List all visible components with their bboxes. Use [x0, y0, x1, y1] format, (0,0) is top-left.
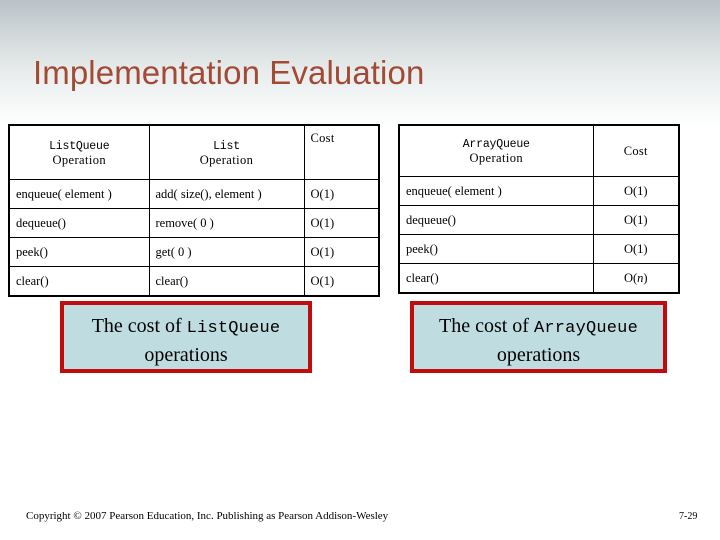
cell-list-operation: remove( 0 ): [148, 208, 305, 238]
header-cell-listqueue-operation: ListQueue Operation: [8, 124, 150, 180]
cost-text: O(1): [623, 212, 648, 227]
callout-text-prefix: The cost of: [91, 315, 187, 337]
table-header-row: ArrayQueue Operation Cost: [398, 124, 680, 177]
slide-canvas: Implementation Evaluation ListQueue Oper…: [0, 0, 720, 540]
cost-suffix: ): [643, 270, 648, 285]
header-code-listqueue: ListQueue: [49, 139, 110, 153]
header-cell-cost: Cost: [303, 124, 380, 180]
cell-cost: O(1): [592, 205, 680, 235]
cell-cost: O(1): [303, 208, 380, 238]
cost-text: O(1): [623, 183, 648, 198]
cell-cost: O(1): [303, 266, 380, 297]
cell-cost: O(n): [592, 263, 680, 294]
header-cell-list-operation: List Operation: [148, 124, 305, 180]
cell-list-operation: clear(): [148, 266, 305, 297]
callout-text-suffix: operations: [144, 344, 228, 367]
cell-queue-operation: dequeue(): [398, 205, 594, 235]
header-cell-arrayqueue-operation: ArrayQueue Operation: [398, 124, 594, 177]
cell-queue-operation: clear(): [398, 263, 594, 294]
callout-arrayqueue-cost: The cost of ArrayQueue operations: [410, 301, 667, 373]
cell-cost: O(1): [303, 237, 380, 267]
header-label-cost: Cost: [310, 131, 335, 145]
table-row: dequeue() remove( 0 ) O(1): [8, 208, 380, 238]
cell-queue-operation: enqueue( element ): [398, 176, 594, 206]
callout-code-arrayqueue: ArrayQueue: [533, 319, 638, 338]
header-label-cost: Cost: [623, 143, 648, 158]
table-header-row: ListQueue Operation List Operation Cost: [8, 124, 380, 180]
cell-cost: O(1): [592, 234, 680, 264]
table-row: clear() clear() O(1): [8, 266, 380, 297]
table-row: clear() O(n): [398, 263, 680, 294]
header-cell-cost: Cost: [592, 124, 680, 177]
callout-code-listqueue: ListQueue: [186, 319, 281, 338]
cell-list-operation: get( 0 ): [148, 237, 305, 267]
cost-text: O(: [623, 270, 638, 285]
cell-queue-operation: peek(): [398, 234, 594, 264]
header-label-operation: Operation: [469, 151, 524, 166]
table-row: peek() get( 0 ) O(1): [8, 237, 380, 267]
cell-cost: O(1): [303, 179, 380, 209]
cell-queue-operation: clear(): [8, 266, 150, 297]
page-title: Implementation Evaluation: [33, 54, 425, 91]
table-row: enqueue( element ) O(1): [398, 176, 680, 206]
header-code-arrayqueue: ArrayQueue: [462, 138, 530, 152]
header-code-list: List: [213, 139, 240, 153]
listqueue-cost-table: ListQueue Operation List Operation Cost …: [8, 124, 380, 297]
table-row: dequeue() O(1): [398, 205, 680, 235]
callout-text-suffix: operations: [496, 344, 581, 367]
table-row: peek() O(1): [398, 234, 680, 264]
header-label-operation: Operation: [199, 152, 254, 167]
cell-queue-operation: dequeue(): [8, 208, 150, 238]
cell-cost: O(1): [592, 176, 680, 206]
header-label-operation: Operation: [52, 152, 107, 167]
footer-page-number: 7-29: [679, 511, 698, 522]
arrayqueue-cost-table: ArrayQueue Operation Cost enqueue( eleme…: [398, 124, 680, 294]
table-row: enqueue( element ) add( size(), element …: [8, 179, 380, 209]
cell-queue-operation: enqueue( element ): [8, 179, 150, 209]
callout-listqueue-cost: The cost of ListQueue operations: [60, 301, 312, 373]
cell-list-operation: add( size(), element ): [148, 179, 305, 209]
callout-text-prefix: The cost of: [438, 315, 534, 337]
footer-copyright: Copyright © 2007 Pearson Education, Inc.…: [26, 510, 389, 522]
cell-queue-operation: peek(): [8, 237, 150, 267]
cost-text: O(1): [623, 241, 648, 256]
